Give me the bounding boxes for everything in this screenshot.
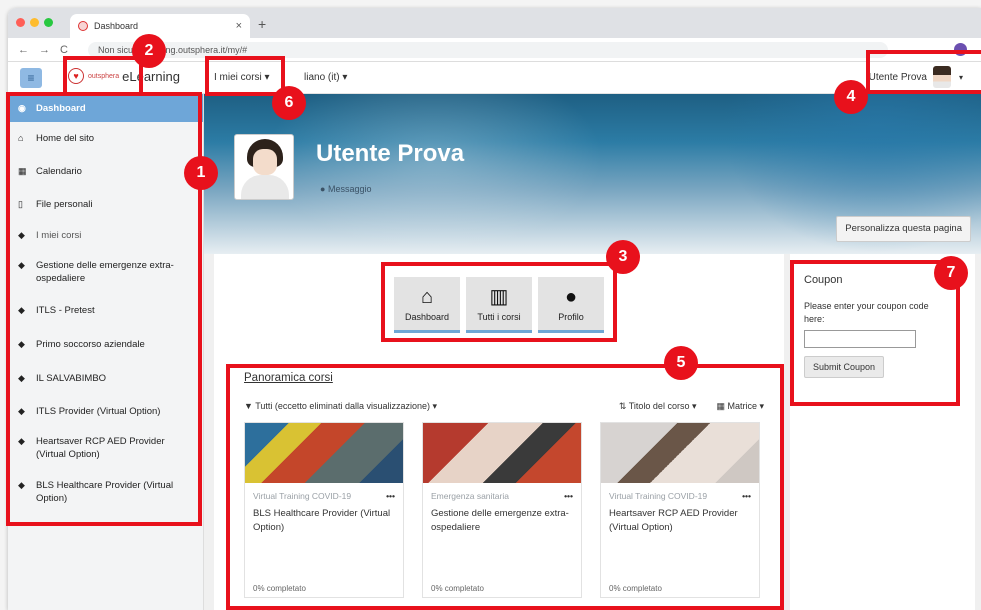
tab-dashboard[interactable]: Dashboard × (70, 14, 250, 38)
maximize-window-button[interactable] (44, 18, 53, 27)
annotation-badge-6: 6 (272, 86, 306, 120)
annotation-box-6 (205, 56, 285, 96)
annotation-badge-1: 1 (184, 156, 218, 190)
annotation-badge-3: 3 (606, 240, 640, 274)
new-tab-button[interactable]: + (258, 16, 266, 32)
annotation-badge-5: 5 (664, 346, 698, 380)
forward-button[interactable]: → (39, 44, 50, 56)
close-window-button[interactable] (16, 18, 25, 27)
menu-toggle-button[interactable]: ≡ (20, 68, 42, 88)
tab-close-icon[interactable]: × (236, 20, 242, 32)
annotation-badge-7: 7 (934, 256, 968, 290)
profile-picture[interactable] (234, 134, 294, 200)
annotation-box-7 (790, 260, 960, 406)
message-label: Messaggio (327, 184, 372, 194)
annotation-box-3 (381, 262, 617, 342)
profile-header: Utente Prova ● Messaggio Personalizza qu… (204, 94, 981, 254)
tab-bar: Dashboard × + (8, 8, 981, 38)
annotation-box-4 (866, 50, 981, 94)
back-button[interactable]: ← (18, 44, 29, 56)
annotation-box-1 (6, 92, 202, 526)
annotation-badge-2: 2 (132, 34, 166, 68)
reload-button[interactable]: C (60, 44, 68, 56)
favicon-icon (78, 21, 88, 31)
tab-title: Dashboard (94, 21, 139, 31)
language-menu[interactable]: liano (it) ▾ (304, 72, 347, 83)
annotation-badge-4: 4 (834, 80, 868, 114)
minimize-window-button[interactable] (30, 18, 39, 27)
page-title: Utente Prova (316, 140, 465, 167)
chat-icon: ● (320, 184, 326, 194)
window-controls (16, 18, 53, 27)
annotation-box-2 (63, 56, 143, 96)
annotation-box-5 (226, 364, 784, 610)
customize-page-button[interactable]: Personalizza questa pagina (836, 216, 971, 242)
message-link[interactable]: ● Messaggio (320, 184, 371, 194)
